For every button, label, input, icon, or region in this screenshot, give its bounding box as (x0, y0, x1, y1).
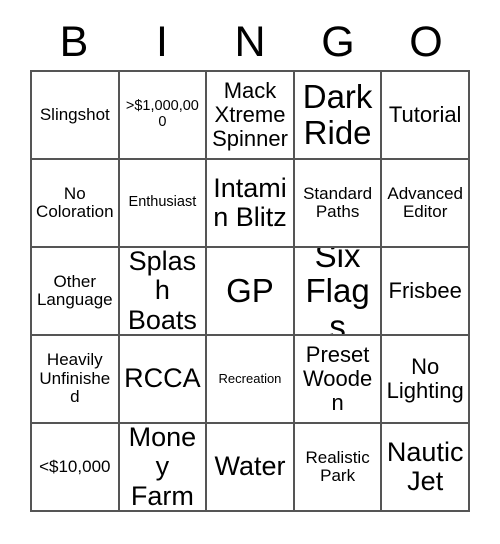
bingo-cell-label: GP (226, 272, 274, 310)
bingo-cell-o2[interactable]: Advanced Editor (382, 160, 470, 248)
bingo-cell-label: Nautic Jet (386, 436, 464, 496)
bingo-cell-label: Slingshot (39, 104, 110, 124)
bingo-header-letter-n: N (234, 17, 266, 66)
bingo-cell-b5[interactable]: <$10,000 (32, 424, 120, 512)
bingo-cell-label: Recreation (218, 370, 282, 386)
bingo-cell-i4[interactable]: RCCA (119, 336, 208, 424)
bingo-cell-label: Preset Wooden (302, 342, 373, 415)
bingo-cell-label: Dark Ride (302, 78, 373, 151)
bingo-cell-i2[interactable]: Enthusiast (119, 160, 208, 248)
bingo-cell-label: RCCA (124, 363, 201, 394)
bingo-header-row: B I N G O (30, 14, 470, 70)
bingo-cell-o4[interactable]: No Lighting (382, 336, 470, 424)
bingo-card: B I N G O Slingshot >$1,000,000 Mack Xtr… (0, 0, 500, 544)
bingo-cell-label: Six Flags (305, 248, 370, 336)
bingo-cell-n2[interactable]: Intamin Blitz (207, 160, 295, 248)
bingo-cell-label: Enthusiast (128, 194, 197, 211)
bingo-cell-o3[interactable]: Frisbee (382, 248, 470, 336)
bingo-cell-n4[interactable]: Recreation (207, 336, 295, 424)
bingo-cell-n3[interactable]: GP (207, 248, 295, 336)
bingo-cell-i1[interactable]: >$1,000,000 (119, 72, 208, 160)
bingo-cell-label: No Coloration (36, 183, 114, 221)
bingo-cell-g1[interactable]: Dark Ride (294, 72, 383, 160)
bingo-cell-label: Intamin Blitz (213, 172, 287, 232)
bingo-cell-b1[interactable]: Slingshot (32, 72, 120, 160)
bingo-cell-label: <$10,000 (39, 456, 111, 476)
bingo-header-letter-o: O (409, 17, 443, 66)
bingo-cell-label: Splash Boats (127, 248, 197, 335)
bingo-cell-o5[interactable]: Nautic Jet (382, 424, 470, 512)
bingo-cell-label: Tutorial (388, 102, 462, 128)
bingo-header-letter-i: I (156, 17, 168, 66)
bingo-cell-label: Money Farm (128, 424, 197, 511)
bingo-cell-b4[interactable]: Heavily Unfinished (32, 336, 120, 424)
bingo-cell-label: >$1,000,000 (125, 98, 199, 130)
bingo-cell-g2[interactable]: Standard Paths (294, 160, 383, 248)
bingo-cell-g4[interactable]: Preset Wooden (294, 336, 383, 424)
bingo-cell-b3[interactable]: Other Language (32, 248, 120, 336)
bingo-cell-n1[interactable]: Mack Xtreme Spinner (207, 72, 295, 160)
bingo-cell-label: Mack Xtreme Spinner (212, 78, 288, 151)
bingo-cell-n5[interactable]: Water (207, 424, 295, 512)
bingo-cell-label: Advanced Editor (387, 183, 463, 221)
bingo-cell-o1[interactable]: Tutorial (382, 72, 470, 160)
bingo-cell-label: Heavily Unfinished (39, 350, 111, 407)
bingo-cell-g3[interactable]: Six Flags (294, 248, 383, 336)
bingo-header-letter-g: G (321, 17, 355, 66)
bingo-cell-label: No Lighting (386, 354, 464, 403)
bingo-cell-g5[interactable]: Realistic Park (294, 424, 383, 512)
bingo-cell-label: Frisbee (388, 278, 462, 304)
bingo-cell-label: Standard Paths (303, 183, 373, 221)
bingo-grid: Slingshot >$1,000,000 Mack Xtreme Spinne… (30, 70, 470, 512)
bingo-cell-label: Other Language (36, 271, 113, 309)
bingo-cell-i5[interactable]: Money Farm (119, 424, 208, 512)
bingo-cell-b2[interactable]: No Coloration (32, 160, 120, 248)
bingo-header-letter-b: B (59, 17, 89, 66)
bingo-cell-i3[interactable]: Splash Boats (119, 248, 208, 336)
bingo-cell-label: Realistic Park (305, 447, 370, 485)
bingo-cell-label: Water (214, 451, 286, 482)
